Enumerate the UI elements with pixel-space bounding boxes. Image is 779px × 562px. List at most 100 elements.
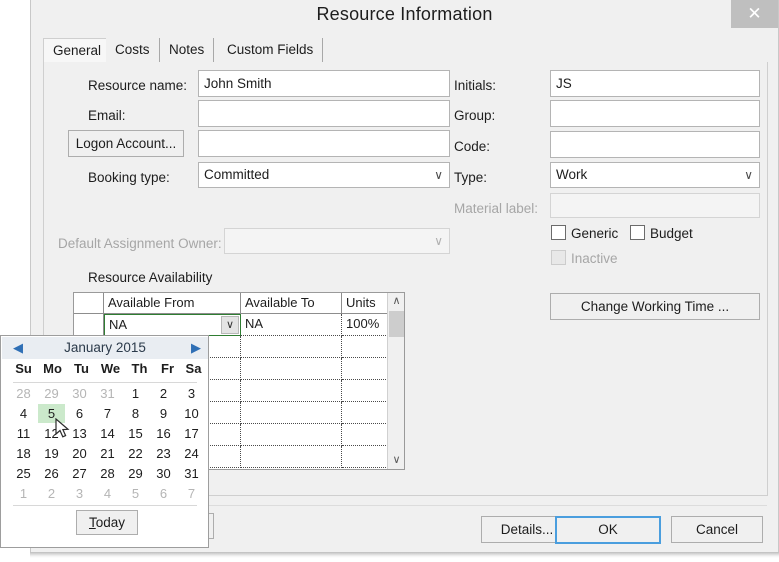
email-label: Email: — [88, 108, 126, 123]
cell-units-row5[interactable] — [342, 402, 388, 424]
tab-costs[interactable]: Costs — [106, 38, 160, 63]
calendar-day-6-adjacent[interactable]: 6 — [150, 484, 177, 503]
calendar-day-21[interactable]: 21 — [94, 444, 121, 463]
calendar-day-29[interactable]: 29 — [122, 464, 149, 483]
cell-available-to-row7[interactable] — [241, 446, 342, 468]
calendar-day-16[interactable]: 16 — [150, 424, 177, 443]
table-row-header[interactable] — [74, 314, 104, 336]
calendar-day-30-adjacent[interactable]: 30 — [66, 384, 93, 403]
calendar-day-22[interactable]: 22 — [122, 444, 149, 463]
cell-available-to-row2[interactable] — [241, 336, 342, 358]
resource-name-label: Resource name: — [88, 78, 188, 93]
cell-available-from-value: NA — [109, 317, 128, 332]
type-value: Work — [556, 167, 588, 182]
ok-button[interactable]: OK — [555, 516, 661, 544]
calendar-day-3-adjacent[interactable]: 3 — [66, 484, 93, 503]
calendar-day-25[interactable]: 25 — [10, 464, 37, 483]
cell-units-row1[interactable]: 100% — [342, 314, 388, 336]
scroll-up-icon[interactable]: ∧ — [388, 293, 404, 310]
dow-tu: Tu — [74, 361, 89, 376]
inactive-checkbox: Inactive — [551, 250, 618, 266]
chevron-down-icon[interactable]: ∨ — [221, 316, 239, 334]
calendar-day-20[interactable]: 20 — [66, 444, 93, 463]
calendar-prev-month-icon[interactable]: ◀ — [7, 337, 29, 359]
email-input[interactable] — [198, 100, 450, 127]
cell-available-to-row5[interactable] — [241, 402, 342, 424]
default-assignment-owner-label: Default Assignment Owner: — [58, 236, 222, 251]
calendar-day-31-adjacent[interactable]: 31 — [94, 384, 121, 403]
calendar-day-7[interactable]: 7 — [94, 404, 121, 423]
calendar-day-23[interactable]: 23 — [150, 444, 177, 463]
cancel-button[interactable]: Cancel — [671, 516, 763, 543]
calendar-day-8[interactable]: 8 — [122, 404, 149, 423]
cell-available-to-row3[interactable] — [241, 358, 342, 380]
resource-name-input[interactable]: John Smith — [198, 70, 450, 97]
cell-available-to-row6[interactable] — [241, 424, 342, 446]
cell-units-row6[interactable] — [342, 424, 388, 446]
calendar-day-28[interactable]: 28 — [94, 464, 121, 483]
checkbox-box-icon — [551, 225, 566, 240]
calendar-day-18[interactable]: 18 — [10, 444, 37, 463]
table-header-available-to[interactable]: Available To — [241, 293, 342, 314]
calendar-day-5-adjacent[interactable]: 5 — [122, 484, 149, 503]
calendar-day-4-adjacent[interactable]: 4 — [94, 484, 121, 503]
close-icon[interactable]: ✕ — [731, 0, 778, 28]
calendar-day-11[interactable]: 11 — [10, 424, 37, 443]
calendar-day-7-adjacent[interactable]: 7 — [178, 484, 205, 503]
calendar-day-26[interactable]: 26 — [38, 464, 65, 483]
calendar-day-4[interactable]: 4 — [10, 404, 37, 423]
tab-custom-fields[interactable]: Custom Fields — [218, 38, 324, 63]
calendar-day-9[interactable]: 9 — [150, 404, 177, 423]
code-input[interactable] — [550, 131, 760, 158]
cell-units-row2[interactable] — [342, 336, 388, 358]
table-header-available-from[interactable]: Available From — [104, 293, 241, 314]
cell-available-from-row1[interactable]: NA ∨ — [104, 314, 241, 336]
tab-general[interactable]: General — [43, 38, 112, 63]
calendar-day-10[interactable]: 10 — [178, 404, 205, 423]
calendar-day-27[interactable]: 27 — [66, 464, 93, 483]
calendar-day-28-adjacent[interactable]: 28 — [10, 384, 37, 403]
calendar-day-2-adjacent[interactable]: 2 — [38, 484, 65, 503]
date-picker-popup[interactable]: January 2015 ◀ ▶ Su Mo Tu We Th Fr Sa 28… — [0, 335, 209, 548]
group-label: Group: — [454, 108, 496, 123]
cell-available-to-row1[interactable]: NA — [241, 314, 342, 336]
calendar-divider-top — [13, 382, 197, 383]
calendar-day-30[interactable]: 30 — [150, 464, 177, 483]
tab-notes[interactable]: Notes — [160, 38, 215, 63]
calendar-day-31[interactable]: 31 — [178, 464, 205, 483]
logon-account-input[interactable] — [198, 130, 450, 157]
calendar-day-3[interactable]: 3 — [178, 384, 205, 403]
calendar-day-15[interactable]: 15 — [122, 424, 149, 443]
table-header-rownum — [74, 293, 104, 314]
calendar-day-14[interactable]: 14 — [94, 424, 121, 443]
calendar-day-2[interactable]: 2 — [150, 384, 177, 403]
calendar-day-24[interactable]: 24 — [178, 444, 205, 463]
cell-units-row7[interactable] — [342, 446, 388, 468]
table-header-units[interactable]: Units — [342, 293, 388, 314]
group-input[interactable] — [550, 100, 760, 127]
cell-units-row4[interactable] — [342, 380, 388, 402]
calendar-next-month-icon[interactable]: ▶ — [185, 337, 207, 359]
calendar-day-grid[interactable]: 28 29 30 31 1 2 3 4 5 6 7 8 9 10 11 12 13 14 15 16 17 18 19 20 2… — [2, 384, 208, 504]
calendar-day-headers: Su Mo Tu We Th Fr Sa — [2, 361, 208, 381]
calendar-day-29-adjacent[interactable]: 29 — [38, 384, 65, 403]
cell-available-to-row4[interactable] — [241, 380, 342, 402]
table-vertical-scrollbar[interactable]: ∧ ∨ — [387, 293, 404, 469]
initials-input[interactable]: JS — [550, 70, 760, 97]
calendar-day-19[interactable]: 19 — [38, 444, 65, 463]
calendar-day-17[interactable]: 17 — [178, 424, 205, 443]
initials-label: Initials: — [454, 78, 497, 93]
type-select[interactable]: Work ∨ — [550, 162, 760, 188]
budget-checkbox[interactable]: Budget — [630, 225, 693, 241]
calendar-today-button[interactable]: Today — [76, 510, 138, 535]
generic-checkbox[interactable]: Generic — [551, 225, 618, 241]
scrollbar-thumb[interactable] — [389, 311, 404, 337]
booking-type-select[interactable]: Committed ∨ — [198, 162, 450, 188]
cell-units-row3[interactable] — [342, 358, 388, 380]
logon-account-button[interactable]: Logon Account... — [68, 130, 184, 157]
dow-su: Su — [15, 361, 32, 376]
calendar-day-1[interactable]: 1 — [122, 384, 149, 403]
scroll-down-icon[interactable]: ∨ — [388, 452, 404, 469]
change-working-time-button[interactable]: Change Working Time ... — [550, 293, 760, 320]
calendar-day-1-adjacent[interactable]: 1 — [10, 484, 37, 503]
